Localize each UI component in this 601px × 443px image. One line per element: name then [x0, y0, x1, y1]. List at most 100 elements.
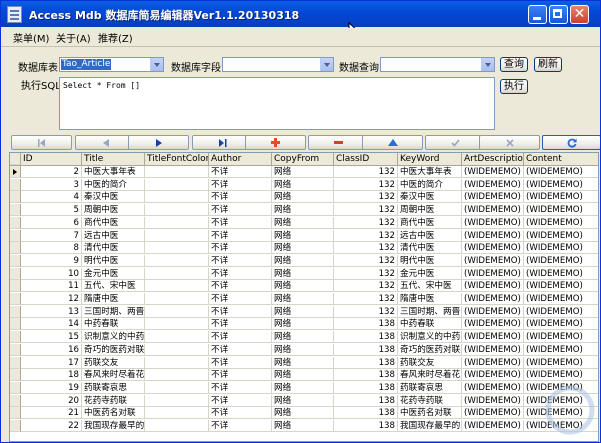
table-cell[interactable]: 16 — [21, 343, 82, 356]
maximize-button[interactable] — [549, 5, 568, 24]
table-cell[interactable]: 5 — [21, 204, 82, 217]
row-indicator[interactable] — [10, 191, 21, 204]
row-indicator[interactable] — [10, 420, 21, 432]
table-cell[interactable]: 识制意义的中药 — [82, 331, 145, 344]
table-cell[interactable]: 网络 — [272, 318, 334, 331]
table-cell[interactable]: (WIDEMEMO) — [524, 344, 598, 356]
table-cell[interactable]: 奇巧的医药对联 — [82, 343, 145, 356]
table-cell[interactable]: 花药寺药联 — [82, 394, 145, 407]
table-cell[interactable]: 网络 — [272, 242, 334, 255]
table-cell[interactable]: 不详 — [209, 420, 272, 432]
table-row[interactable]: 11 五代、宋中医 不详 网络 132 五代、宋中医 (WIDEMEMO) (WIDEMEMO… — [10, 280, 598, 293]
table-row[interactable]: 19 药联寄哀思 不详 网络 138 药联寄哀思 (WIDEMEMO) (WIDEMEMO) — [10, 381, 598, 394]
table-cell[interactable]: (WIDEMEMO) — [462, 343, 524, 356]
column-header[interactable]: CopyFrom — [272, 153, 334, 165]
table-row[interactable]: 5 周朝中医 不详 网络 132 周朝中医 (WIDEMEMO) (WIDEMEMO) — [10, 204, 598, 217]
table-cell[interactable] — [145, 204, 209, 217]
table-cell[interactable]: 中医的简介 — [398, 178, 462, 191]
nav-delete-button[interactable] — [308, 135, 369, 150]
table-cell[interactable]: 15 — [21, 331, 82, 344]
table-cell[interactable]: 明代中医 — [82, 254, 145, 267]
table-cell[interactable]: 秦汉中医 — [82, 191, 145, 204]
table-cell[interactable]: (WIDEMEMO) — [462, 318, 524, 331]
table-cell[interactable]: (WIDEMEMO) — [462, 293, 524, 305]
table-cell[interactable]: 春风来时尽着花 — [398, 369, 462, 382]
table-cell[interactable]: (WIDEMEMO) — [462, 216, 524, 229]
table-cell[interactable] — [145, 394, 209, 407]
menu-recommend[interactable]: 推荐(Z) — [98, 30, 133, 45]
table-cell[interactable] — [145, 178, 209, 191]
table-select[interactable]: Tao_Article — [59, 57, 164, 72]
table-cell[interactable]: (WIDEMEMO) — [524, 318, 598, 331]
table-cell[interactable]: 138 — [334, 356, 398, 369]
row-indicator[interactable] — [10, 280, 21, 293]
table-cell[interactable]: 22 — [21, 420, 82, 432]
table-cell[interactable]: 网络 — [272, 331, 334, 344]
table-row[interactable]: 12 隋唐中医 不详 网络 132 隋唐中医 (WIDEMEMO) (WIDEMEMO) — [10, 293, 598, 305]
table-cell[interactable]: 不详 — [209, 166, 272, 178]
table-row[interactable]: 20 花药寺药联 不详 网络 138 花药寺药联 (WIDEMEMO) (WIDEMEMO) — [10, 394, 598, 407]
table-cell[interactable]: 不详 — [209, 242, 272, 255]
table-row[interactable]: 21 中医药名对联 不详 网络 138 中医药名对联 (WIDEMEMO) (WIDEMEMO… — [10, 407, 598, 420]
table-cell[interactable]: (WIDEMEMO) — [524, 179, 598, 191]
table-row[interactable]: 10 金元中医 不详 网络 132 金元中医 (WIDEMEMO) (WIDEMEMO) — [10, 267, 598, 280]
table-cell[interactable]: 不详 — [209, 293, 272, 305]
table-cell[interactable]: (WIDEMEMO) — [462, 204, 524, 217]
table-row[interactable]: 15 识制意义的中药 不详 网络 138 识制意义的中药 (WIDEMEMO) (WIDEME… — [10, 331, 598, 344]
table-cell[interactable]: 21 — [21, 407, 82, 420]
table-cell[interactable]: 中医大事年表 — [398, 166, 462, 178]
table-row[interactable]: 9 明代中医 不详 网络 132 明代中医 (WIDEMEMO) (WIDEMEMO) — [10, 254, 598, 267]
table-cell[interactable]: (WIDEMEMO) — [524, 331, 598, 344]
table-cell[interactable]: (WIDEMEMO) — [462, 166, 524, 178]
table-cell[interactable]: 132 — [334, 267, 398, 280]
table-cell[interactable]: 网络 — [272, 204, 334, 217]
nav-first-button[interactable] — [11, 135, 72, 150]
table-cell[interactable]: (WIDEMEMO) — [524, 217, 598, 229]
table-cell[interactable]: 中医的简介 — [82, 178, 145, 191]
menu-main[interactable]: 菜单(M) — [13, 30, 49, 45]
row-indicator[interactable] — [10, 356, 21, 369]
table-cell[interactable]: 7 — [21, 229, 82, 242]
table-cell[interactable]: (WIDEMEMO) — [462, 394, 524, 407]
table-cell[interactable]: (WIDEMEMO) — [462, 356, 524, 369]
table-dropdown-icon[interactable] — [150, 58, 163, 71]
table-row[interactable]: 8 清代中医 不详 网络 132 清代中医 (WIDEMEMO) (WIDEMEMO) — [10, 242, 598, 255]
table-cell[interactable] — [145, 318, 209, 331]
table-cell[interactable]: 不详 — [209, 216, 272, 229]
column-header[interactable]: KeyWord — [398, 153, 462, 165]
table-cell[interactable]: 不详 — [209, 381, 272, 394]
table-cell[interactable]: 132 — [334, 216, 398, 229]
table-cell[interactable]: 我国现存最早的 — [82, 420, 145, 432]
table-cell[interactable]: 药联交友 — [82, 356, 145, 369]
table-cell[interactable]: 三国时期、两晋 — [82, 305, 145, 318]
table-cell[interactable]: 中药春联 — [82, 318, 145, 331]
table-cell[interactable]: 不详 — [209, 191, 272, 204]
table-cell[interactable]: (WIDEMEMO) — [524, 357, 598, 369]
row-indicator[interactable] — [10, 343, 21, 356]
table-cell[interactable]: 不详 — [209, 305, 272, 318]
table-cell[interactable]: 花药寺药联 — [398, 394, 462, 407]
table-cell[interactable]: 周朝中医 — [82, 204, 145, 217]
table-row[interactable]: 2 中医大事年表 不详 网络 132 中医大事年表 (WIDEMEMO) (WIDEMEMO) — [10, 166, 598, 178]
table-cell[interactable]: (WIDEMEMO) — [524, 369, 598, 382]
table-cell[interactable]: 132 — [334, 242, 398, 255]
table-cell[interactable]: 138 — [334, 369, 398, 382]
column-header[interactable]: Author — [209, 153, 272, 165]
table-cell[interactable]: (WIDEMEMO) — [462, 178, 524, 191]
execute-button[interactable]: 执行 — [500, 79, 528, 94]
table-cell[interactable] — [145, 229, 209, 242]
table-cell[interactable]: 138 — [334, 331, 398, 344]
table-cell[interactable]: (WIDEMEMO) — [524, 255, 598, 267]
table-cell[interactable]: 14 — [21, 318, 82, 331]
column-header[interactable]: TitleFontColor — [145, 153, 209, 165]
table-cell[interactable]: 中医药名对联 — [82, 407, 145, 420]
table-cell[interactable]: (WIDEMEMO) — [524, 166, 598, 178]
table-cell[interactable]: 网络 — [272, 216, 334, 229]
table-cell[interactable]: 不详 — [209, 229, 272, 242]
search-select[interactable] — [380, 57, 495, 72]
table-cell[interactable]: 网络 — [272, 229, 334, 242]
table-cell[interactable]: (WIDEMEMO) — [462, 420, 524, 432]
table-cell[interactable]: (WIDEMEMO) — [524, 230, 598, 242]
table-cell[interactable]: 药联交友 — [398, 356, 462, 369]
table-cell[interactable]: 138 — [334, 343, 398, 356]
